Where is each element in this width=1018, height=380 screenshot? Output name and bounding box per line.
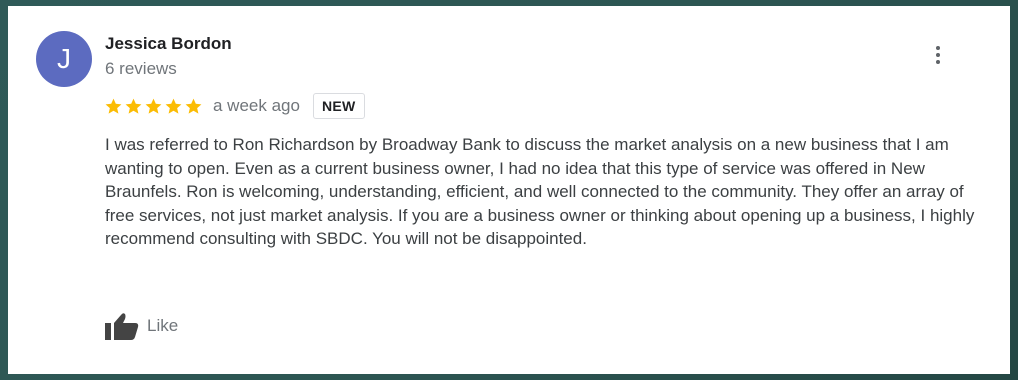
more-vert-icon-dot [936,60,940,64]
more-vert-icon-dot [936,53,940,57]
more-options-button[interactable] [926,40,950,70]
review-meta: a week ago NEW [104,91,365,121]
new-badge: NEW [312,93,365,119]
like-label: Like [147,316,179,335]
star-icon [145,98,162,114]
review-card: J Jessica Bordon 6 reviews a week ago NE… [8,6,1010,374]
star-rating [104,97,203,116]
star-icon [165,98,182,114]
avatar[interactable]: J [36,31,92,87]
star-icon [185,98,202,114]
star-icon [125,98,142,114]
star-icon [105,98,122,114]
avatar-initial: J [57,43,71,74]
thumbs-up-icon [105,313,139,340]
like-button[interactable]: Like [104,309,178,343]
more-vert-icon [936,46,940,50]
review-count[interactable]: 6 reviews [105,58,177,80]
review-date: a week ago [213,96,300,115]
review-text: I was referred to Ron Richardson by Broa… [105,135,975,248]
reviewer-name[interactable]: Jessica Bordon [105,33,232,55]
